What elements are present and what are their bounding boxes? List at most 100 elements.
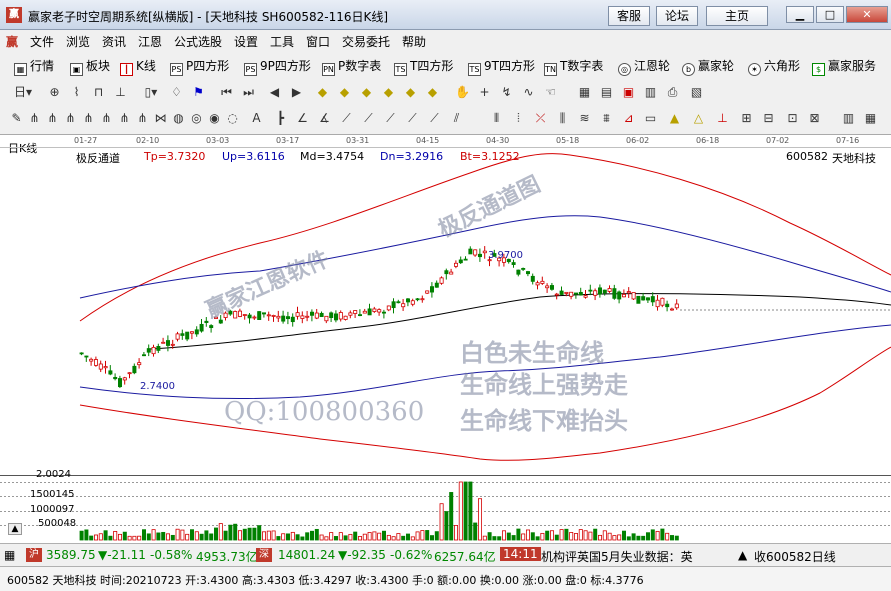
minimize-button[interactable]: ▁ <box>786 6 814 23</box>
winner-wheel-button[interactable]: b 赢家轮 <box>682 58 734 76</box>
menu-formula[interactable]: 公式选股 <box>174 33 222 50</box>
line-tool-icon[interactable]: ↯ <box>498 84 515 101</box>
hand-icon[interactable]: ✋ <box>454 84 471 101</box>
fib-tool-icon[interactable]: ┣ <box>272 110 289 127</box>
cycle-tool-11-icon[interactable]: ⊥ <box>714 110 731 127</box>
alarm-icon[interactable]: ▲ <box>738 548 747 562</box>
cycle-tool-2-icon[interactable]: ⦙ <box>510 110 527 127</box>
indicator-icon[interactable]: ♢ <box>168 84 185 101</box>
chart-area[interactable]: 01-27 02-10 03-03 03-17 03-31 04-15 04-3… <box>0 134 891 543</box>
menu-help[interactable]: 帮助 <box>402 33 426 50</box>
cycle-tool-3-icon[interactable]: ⤫ <box>532 110 549 127</box>
menu-tools[interactable]: 工具 <box>270 33 294 50</box>
spiral-icon[interactable]: ◍ <box>170 110 187 127</box>
text-tool-icon[interactable]: A <box>248 110 265 127</box>
draw-tool-4-icon[interactable]: ⋔ <box>62 110 79 127</box>
quotes-button[interactable]: ▦ 行情 <box>14 58 54 76</box>
kline-button[interactable]: ┃ K线 <box>120 58 156 76</box>
cycle-tool-5-icon[interactable]: ≋ <box>576 110 593 127</box>
menu-window[interactable]: 窗口 <box>306 33 330 50</box>
gann-tool-2-icon[interactable]: ◆ <box>336 84 353 101</box>
cycle-tool-1-icon[interactable]: ⦀ <box>488 110 505 127</box>
cycle-tool-14-icon[interactable]: ⊡ <box>784 110 801 127</box>
kline-chart[interactable] <box>0 135 891 543</box>
9p-square-button[interactable]: PS 9P四方形 <box>244 58 311 76</box>
ellipse-tool-icon[interactable]: ◉ <box>206 110 223 127</box>
prev-icon[interactable]: ◀ <box>266 84 283 101</box>
cycle-tool-4-icon[interactable]: ⫼ <box>554 110 571 127</box>
fan-tool-2-icon[interactable]: ⟋ <box>360 110 377 127</box>
wave-icon[interactable]: ∿ <box>520 84 537 101</box>
kline-icon[interactable]: ⊓ <box>90 84 107 101</box>
gann-tool-5-icon[interactable]: ◆ <box>402 84 419 101</box>
maximize-button[interactable]: □ <box>816 6 844 23</box>
cycle-tool-10-icon[interactable]: △ <box>690 110 707 127</box>
cycle-tool-8-icon[interactable]: ▭ <box>642 110 659 127</box>
flag-icon[interactable]: ⚑ <box>190 84 207 101</box>
zoom-icon[interactable]: ⊕ <box>46 84 63 101</box>
angle-tool-1-icon[interactable]: ∠ <box>294 110 311 127</box>
sector-button[interactable]: ▣ 板块 <box>70 58 110 76</box>
fan-tool-6-icon[interactable]: ⫽ <box>448 110 465 127</box>
draw-tool-3-icon[interactable]: ⋔ <box>44 110 61 127</box>
cycle-tool-7-icon[interactable]: ⊿ <box>620 110 637 127</box>
t-number-table-button[interactable]: TN T数字表 <box>544 58 603 76</box>
cycle-tool-6-icon[interactable]: ⩩ <box>598 110 615 127</box>
9t-square-button[interactable]: TS 9T四方形 <box>468 58 535 76</box>
gann-tool-6-icon[interactable]: ◆ <box>424 84 441 101</box>
last-icon[interactable]: ⏭ <box>240 84 257 101</box>
p-square-button[interactable]: PS P四方形 <box>170 58 229 76</box>
close-button[interactable]: ✕ <box>846 6 888 23</box>
fan-tool-4-icon[interactable]: ⟋ <box>404 110 421 127</box>
period-select[interactable]: 日▾ <box>8 84 38 101</box>
candle-mode-icon[interactable]: ▯▾ <box>140 84 162 101</box>
draw-tool-8-icon[interactable]: ⋔ <box>134 110 151 127</box>
forum-link[interactable]: 论坛 <box>656 6 698 26</box>
fork-icon[interactable]: ⋔ <box>26 110 43 127</box>
hexagon-button[interactable]: ✶ 六角形 <box>748 58 800 76</box>
bar-icon[interactable]: ⊥ <box>112 84 129 101</box>
print-icon[interactable]: ⎙ <box>664 84 681 101</box>
panel-toggle-icon[interactable]: ▥ <box>840 110 857 127</box>
gann-tool-3-icon[interactable]: ◆ <box>358 84 375 101</box>
collapse-icon[interactable]: ▲ <box>8 523 22 535</box>
calendar-icon[interactable]: ▦ <box>576 84 593 101</box>
export-icon[interactable]: ▧ <box>688 84 705 101</box>
ring-tool-icon[interactable]: ◌ <box>224 110 241 127</box>
cycle-tool-12-icon[interactable]: ⊞ <box>738 110 755 127</box>
fan-tool-5-icon[interactable]: ⟋ <box>426 110 443 127</box>
menu-news[interactable]: 资讯 <box>102 33 126 50</box>
cycle-tool-9-icon[interactable]: ▲ <box>666 110 683 127</box>
menu-file[interactable]: 文件 <box>30 33 54 50</box>
first-icon[interactable]: ⏮ <box>218 84 235 101</box>
menu-gann[interactable]: 江恩 <box>138 33 162 50</box>
fan-tool-3-icon[interactable]: ⟋ <box>382 110 399 127</box>
cycle-tool-15-icon[interactable]: ⊠ <box>806 110 823 127</box>
homepage-link[interactable]: 主页 <box>706 6 768 26</box>
menu-trade[interactable]: 交易委托 <box>342 33 390 50</box>
service-link[interactable]: 客服 <box>608 6 650 26</box>
grid-toggle-icon[interactable]: ▦ <box>862 110 879 127</box>
winner-service-button[interactable]: $ 赢家服务 <box>812 58 876 76</box>
gann-tool-4-icon[interactable]: ◆ <box>380 84 397 101</box>
p-number-table-button[interactable]: PN P数字表 <box>322 58 381 76</box>
draw-tool-7-icon[interactable]: ⋔ <box>116 110 133 127</box>
draw-tool-5-icon[interactable]: ⋔ <box>80 110 97 127</box>
chart-type-icon[interactable]: ⌇ <box>68 84 85 101</box>
next-icon[interactable]: ▶ <box>288 84 305 101</box>
draw-tool-6-icon[interactable]: ⋔ <box>98 110 115 127</box>
menu-settings[interactable]: 设置 <box>234 33 258 50</box>
save-icon[interactable]: ▤ <box>598 84 615 101</box>
fan-tool-1-icon[interactable]: ⟋ <box>338 110 355 127</box>
angle-tool-2-icon[interactable]: ∡ <box>316 110 333 127</box>
pan-icon[interactable]: ☜ <box>542 84 559 101</box>
cycle-tool-13-icon[interactable]: ⊟ <box>760 110 777 127</box>
crosshair-icon[interactable]: + <box>476 84 493 101</box>
news-ticker[interactable]: 机构评英国5月失业数据：英 <box>541 548 693 565</box>
draw-tool-9-icon[interactable]: ⋈ <box>152 110 169 127</box>
gann-tool-1-icon[interactable]: ◆ <box>314 84 331 101</box>
layout-icon[interactable]: ▥ <box>642 84 659 101</box>
pen-icon[interactable]: ✎ <box>8 110 25 127</box>
menu-browse[interactable]: 浏览 <box>66 33 90 50</box>
circle-tool-icon[interactable]: ◎ <box>188 110 205 127</box>
